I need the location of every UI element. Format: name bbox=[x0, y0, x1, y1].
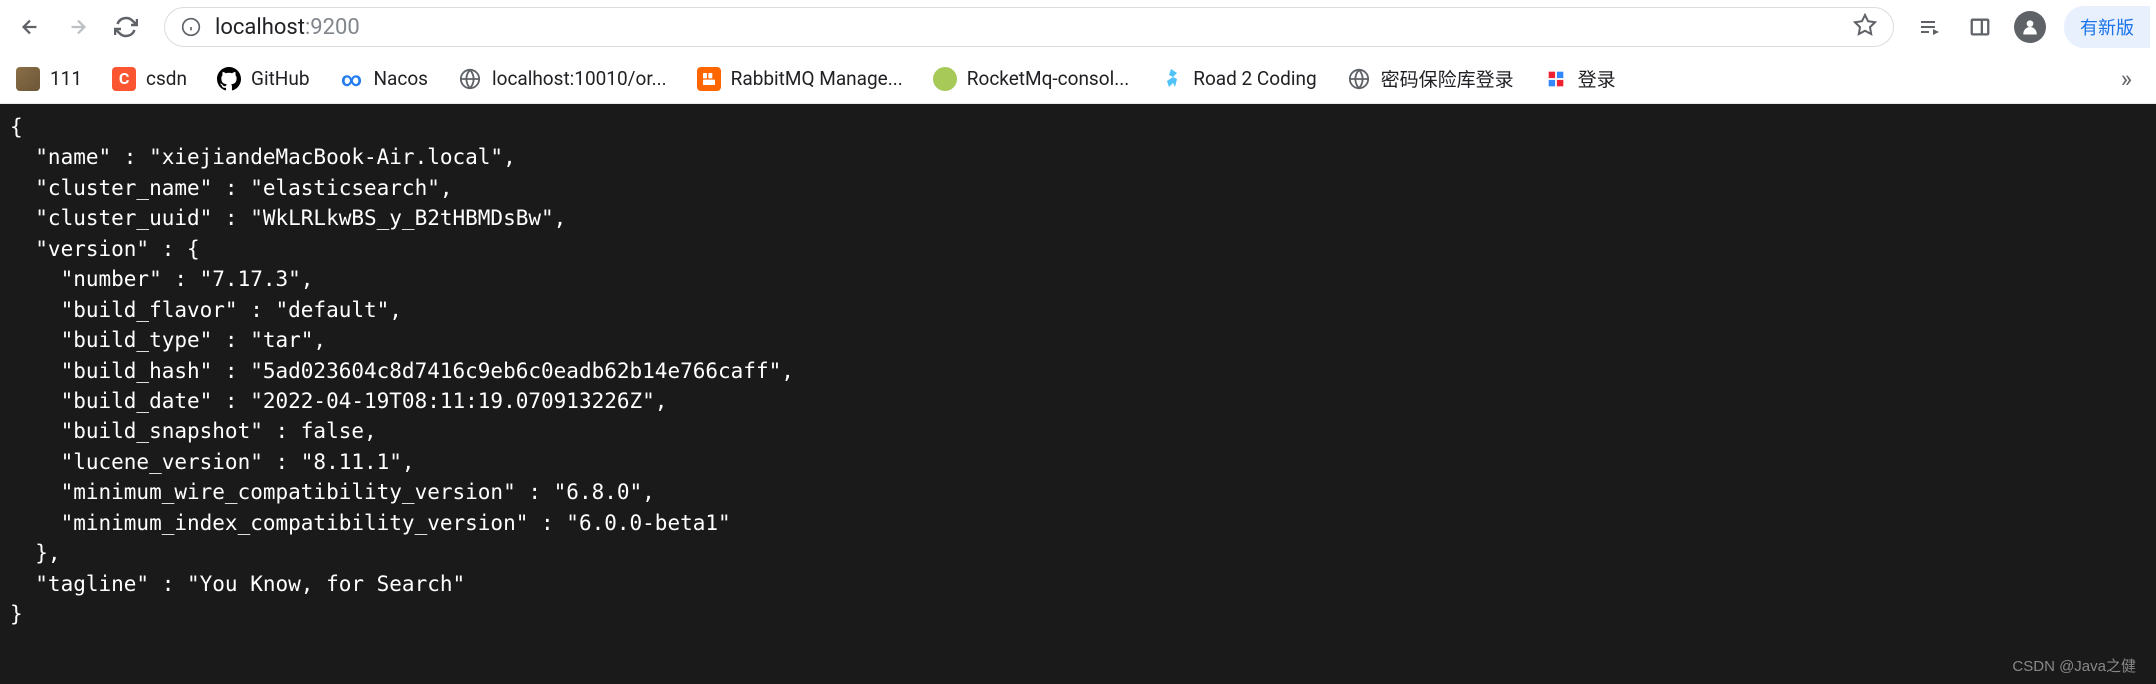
bookmark-label: 登录 bbox=[1578, 65, 1616, 92]
bookmark-label: Nacos bbox=[374, 67, 428, 90]
account-icon[interactable] bbox=[2014, 11, 2046, 43]
bookmark-rabbitmq[interactable]: RabbitMQ Manage... bbox=[697, 67, 903, 91]
rabbitmq-icon bbox=[697, 67, 721, 91]
bookmark-label: GitHub bbox=[251, 67, 309, 90]
update-button[interactable]: 有新版 bbox=[2064, 6, 2150, 48]
forward-button[interactable] bbox=[58, 7, 98, 47]
site-info-icon[interactable] bbox=[181, 17, 201, 37]
bookmark-label: localhost:10010/or... bbox=[492, 67, 667, 90]
bookmark-password-vault[interactable]: 密码保险库登录 bbox=[1347, 65, 1514, 92]
bookmark-label: 密码保险库登录 bbox=[1381, 65, 1514, 92]
address-bar[interactable]: localhost:9200 bbox=[164, 7, 1894, 47]
bookmark-label: Road 2 Coding bbox=[1193, 67, 1316, 90]
login-icon bbox=[1544, 67, 1568, 91]
bookmark-111[interactable]: 111 bbox=[16, 67, 82, 91]
browser-toolbar: localhost:9200 有新版 bbox=[0, 0, 2156, 54]
bookmark-nacos[interactable]: ∞ Nacos bbox=[340, 67, 428, 91]
bookmark-login[interactable]: 登录 bbox=[1544, 65, 1616, 92]
url-text: localhost:9200 bbox=[215, 15, 1839, 40]
bookmark-label: csdn bbox=[146, 67, 187, 90]
bookmark-rocketmq[interactable]: RocketMq-consol... bbox=[933, 67, 1129, 91]
globe-icon bbox=[458, 67, 482, 91]
bookmark-csdn[interactable]: C csdn bbox=[112, 67, 187, 91]
bookmark-localhost[interactable]: localhost:10010/or... bbox=[458, 67, 667, 91]
bookmark-icon bbox=[16, 67, 40, 91]
back-button[interactable] bbox=[10, 7, 50, 47]
bookmark-label: RocketMq-consol... bbox=[967, 67, 1129, 90]
bookmarks-overflow-button[interactable]: » bbox=[2113, 65, 2140, 93]
github-icon bbox=[217, 67, 241, 91]
side-panel-icon[interactable] bbox=[1964, 11, 1996, 43]
road-icon bbox=[1159, 67, 1183, 91]
media-control-icon[interactable] bbox=[1914, 11, 1946, 43]
watermark: CSDN @Java之健 bbox=[2012, 656, 2136, 678]
reload-button[interactable] bbox=[106, 7, 146, 47]
bookmark-icon: C bbox=[112, 67, 136, 91]
bookmark-github[interactable]: GitHub bbox=[217, 67, 309, 91]
response-body: { "name" : "xiejiandeMacBook-Air.local",… bbox=[0, 104, 2156, 684]
rocketmq-icon bbox=[933, 67, 957, 91]
bookmark-label: 111 bbox=[50, 67, 82, 90]
bookmark-label: RabbitMQ Manage... bbox=[731, 67, 903, 90]
bookmarks-bar: 111 C csdn GitHub ∞ Nacos localhost:1001… bbox=[0, 54, 2156, 104]
bookmark-road2coding[interactable]: Road 2 Coding bbox=[1159, 67, 1316, 91]
nacos-icon: ∞ bbox=[340, 67, 364, 91]
bookmark-star-icon[interactable] bbox=[1853, 13, 1877, 41]
toolbar-right: 有新版 bbox=[1914, 6, 2146, 48]
globe-icon bbox=[1347, 67, 1371, 91]
